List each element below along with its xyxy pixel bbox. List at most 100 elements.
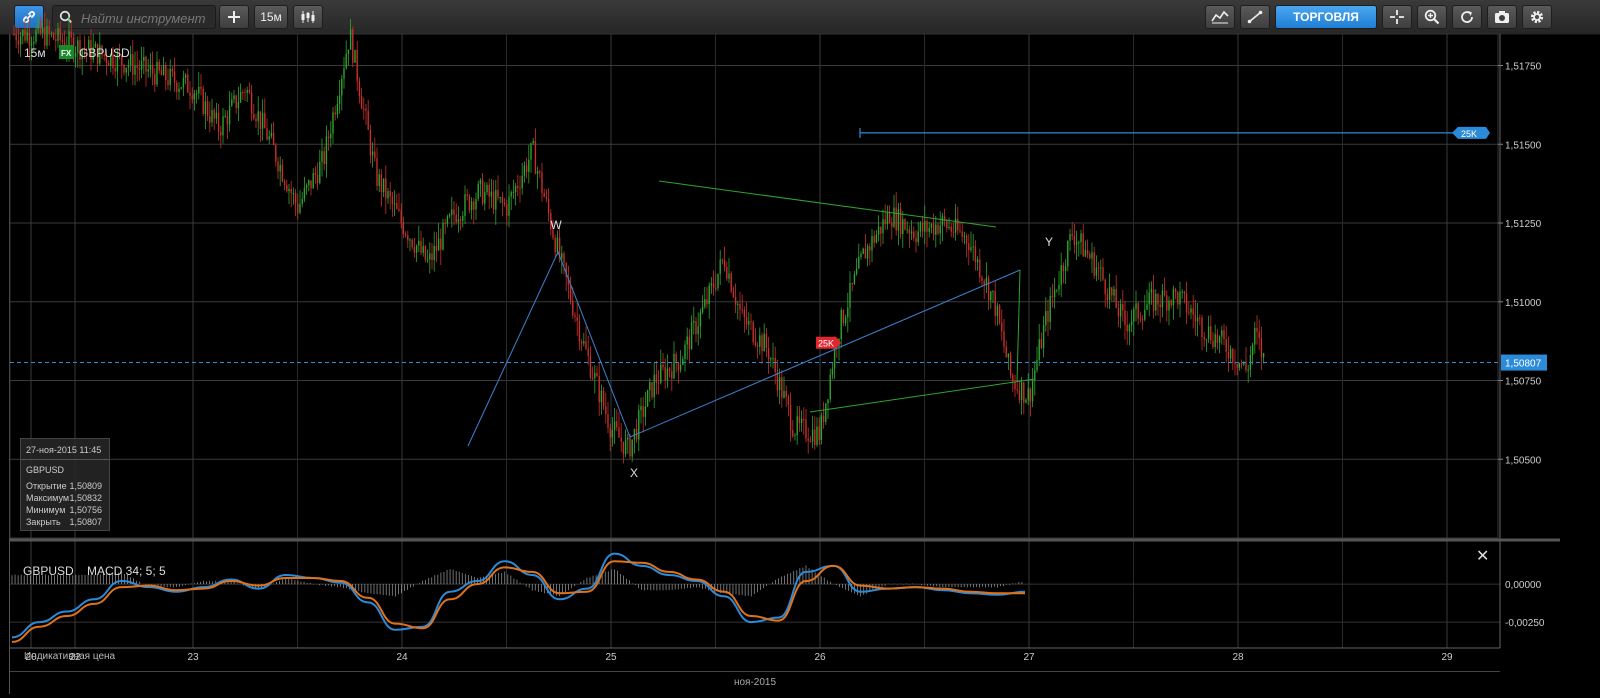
candle-body xyxy=(55,39,57,41)
candle-body xyxy=(1093,252,1095,276)
candle-body xyxy=(393,203,396,205)
candle-body xyxy=(1223,330,1225,339)
price-tick-label: 1,51500 xyxy=(1505,140,1542,151)
candle-body xyxy=(74,52,77,57)
candle-body xyxy=(655,374,658,383)
candle-body xyxy=(763,333,765,352)
candle-body xyxy=(525,165,528,172)
candle-body xyxy=(1058,284,1060,290)
candle-body xyxy=(266,128,268,140)
candle-body xyxy=(624,439,627,455)
candle-body xyxy=(206,101,209,117)
candle-body xyxy=(147,69,149,72)
candle-body xyxy=(726,267,728,279)
candle-body xyxy=(952,231,955,233)
candle-body xyxy=(1086,250,1089,255)
candle-body xyxy=(1003,331,1005,347)
candle-body xyxy=(972,246,974,248)
candle-body xyxy=(270,132,273,137)
candle-body xyxy=(1016,389,1018,391)
candle-body xyxy=(653,374,655,398)
candle-body xyxy=(721,259,724,261)
candle-body xyxy=(341,78,343,96)
candle-body xyxy=(290,188,292,194)
candle-body xyxy=(1172,289,1175,306)
indicator-symbol: GBPUSD xyxy=(23,564,74,578)
candle-body xyxy=(1036,359,1038,371)
candle-body xyxy=(644,406,647,417)
candle-body xyxy=(1007,353,1010,358)
candle-body xyxy=(158,61,160,71)
candle-body xyxy=(657,382,660,384)
candle-body xyxy=(827,399,829,404)
candle-body xyxy=(235,95,237,109)
candle-body xyxy=(1005,346,1007,358)
candle-body xyxy=(851,283,853,285)
fx-badge-label: FX xyxy=(61,49,72,58)
candle-body xyxy=(396,203,398,209)
candle-body xyxy=(1047,310,1049,322)
candle-body xyxy=(671,371,673,379)
candle-body xyxy=(374,151,376,159)
macd-tick-label: 0,00000 xyxy=(1505,580,1542,591)
candle-body xyxy=(1023,382,1025,403)
candle-body xyxy=(794,435,796,437)
candle-body xyxy=(459,219,462,221)
candle-body xyxy=(1012,375,1014,382)
candle-body xyxy=(543,193,545,197)
candle-body xyxy=(767,347,770,360)
candle-body xyxy=(864,248,867,259)
candle-body xyxy=(1210,326,1212,341)
candle-body xyxy=(1196,317,1199,322)
candle-body xyxy=(748,321,750,325)
candle-body xyxy=(371,151,374,156)
candle-body xyxy=(387,191,389,199)
chart-canvas[interactable]: 25K 25K W X Y 1,51750 1,51500 1,51250 1,51000 1,… xyxy=(0,0,1600,698)
candle-body xyxy=(433,245,435,261)
candle-body xyxy=(701,306,704,313)
candle-body xyxy=(932,223,935,235)
close-indicator-icon[interactable]: ✕ xyxy=(1476,546,1489,566)
candle-body xyxy=(202,88,204,114)
candle-body xyxy=(633,428,636,440)
candle-body xyxy=(1027,388,1029,400)
timeframe-label: 15м xyxy=(24,46,46,60)
price-tick-label: 1,51750 xyxy=(1505,62,1542,73)
candle-body xyxy=(897,209,900,231)
candle-body xyxy=(1192,308,1194,315)
candle-body xyxy=(426,259,429,261)
candle-body xyxy=(448,214,451,217)
candle-body xyxy=(629,437,631,457)
candle-body xyxy=(336,103,339,115)
candle-body xyxy=(1124,310,1126,325)
candle-body xyxy=(39,21,42,33)
candle-body xyxy=(805,419,807,439)
candle-body xyxy=(323,151,325,165)
candle-body xyxy=(1150,289,1153,293)
candle-body xyxy=(107,62,110,66)
candle-body xyxy=(198,86,200,94)
candle-body xyxy=(213,110,215,119)
candle-body xyxy=(349,29,352,50)
candle-body xyxy=(180,87,182,89)
candle-body xyxy=(578,320,581,342)
candle-body xyxy=(404,234,407,236)
candle-body xyxy=(684,344,686,359)
candle-body xyxy=(1071,234,1073,237)
candle-body xyxy=(1199,317,1201,319)
candle-body xyxy=(983,280,985,285)
candle-body xyxy=(429,253,431,260)
candle-body xyxy=(712,283,715,288)
candle-body xyxy=(770,358,772,360)
candle-body xyxy=(437,238,440,251)
x-axis-label: ноя-2015 xyxy=(734,677,777,688)
candle-body xyxy=(697,326,699,335)
candle-body xyxy=(239,91,242,103)
candle-body xyxy=(503,202,506,205)
candle-body xyxy=(1038,339,1040,360)
candle-body xyxy=(352,29,354,63)
candle-body xyxy=(774,357,776,372)
candle-body xyxy=(444,223,446,225)
candle-body xyxy=(477,183,479,199)
candle-body xyxy=(796,416,798,436)
